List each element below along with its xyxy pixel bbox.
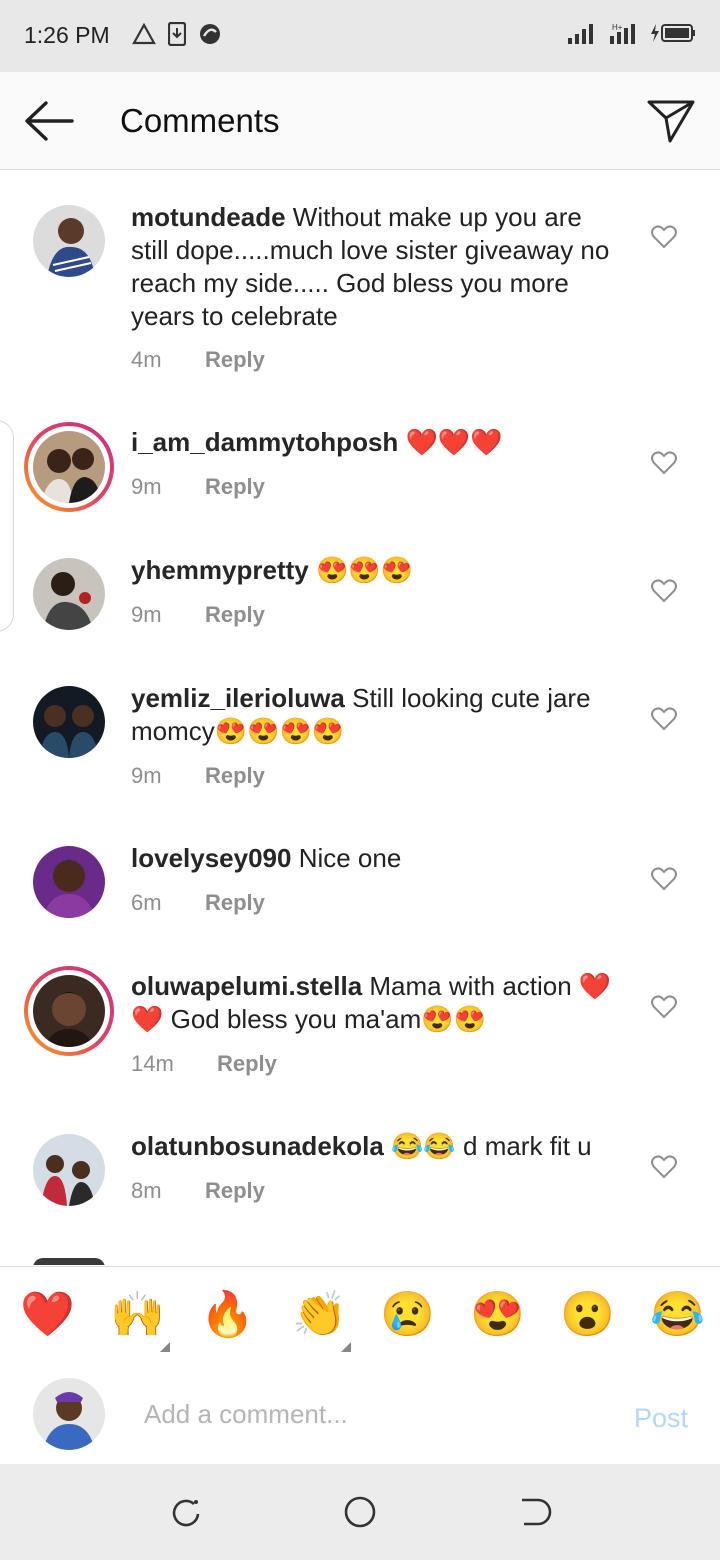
heart-icon[interactable] (651, 225, 677, 249)
avatar[interactable] (33, 558, 105, 630)
comment-meta: 9m Reply (131, 763, 265, 789)
comment-list[interactable]: motundeade Without make up you are still… (0, 170, 720, 1265)
emoji-fire[interactable]: 🔥 (200, 1291, 255, 1339)
comment-username[interactable]: i_am_dammytohposh (131, 427, 398, 457)
status-bar: 1:26 PM H+ (0, 0, 720, 72)
heart-icon[interactable] (651, 451, 677, 475)
comment-time: 6m (131, 890, 162, 915)
avatar[interactable] (33, 431, 105, 503)
emoji-clapping-hands[interactable]: 👏 (292, 1291, 347, 1339)
signal-h-plus-icon: H+ (610, 23, 635, 44)
comment-meta: 14m Reply (131, 1051, 277, 1077)
story-ring[interactable] (24, 966, 114, 1056)
comment-body: yemliz_ilerioluwa Still looking cute jar… (131, 682, 621, 748)
current-user-avatar (33, 1378, 105, 1450)
comment-item: olatunbosunadekola 😂😂 d mark fit u 8m Rep… (0, 1100, 720, 1228)
download-icon (168, 22, 186, 46)
story-ring[interactable] (24, 422, 114, 512)
emoji-raised-hands[interactable]: 🙌 (110, 1291, 165, 1339)
emoji-heart[interactable]: ❤️ (20, 1291, 75, 1339)
emoji-tears-of-joy[interactable]: 😂 (650, 1291, 705, 1339)
comment-meta: 8m Reply (131, 1178, 265, 1204)
reply-button[interactable]: Reply (205, 347, 265, 373)
comment-body: i_am_dammytohposh ❤️❤️❤️ (131, 426, 621, 459)
comment-body: motundeade Without make up you are still… (131, 201, 621, 333)
comment-meta: 6m Reply (131, 890, 265, 916)
status-notification-icons (132, 22, 222, 46)
reply-button[interactable]: Reply (205, 763, 265, 789)
recent-apps-icon[interactable] (168, 1494, 204, 1530)
comment-username[interactable]: motundeade (131, 202, 286, 232)
comment-input[interactable] (144, 1399, 564, 1430)
comment-body: oluwapelumi.stella Mama with action ❤️❤️… (131, 970, 621, 1036)
reply-button[interactable]: Reply (205, 1178, 265, 1204)
emoji-variants-indicator (341, 1342, 351, 1352)
comment-time: 14m (131, 1051, 174, 1076)
system-nav-bar (0, 1464, 720, 1560)
status-system-icons: H+ (568, 22, 696, 44)
comment-body: yhemmypretty 😍😍😍 (131, 554, 621, 587)
back-arrow-icon[interactable] (22, 98, 74, 144)
post-button[interactable]: Post (634, 1403, 688, 1434)
comment-username[interactable]: yhemmypretty (131, 555, 309, 585)
reply-button[interactable]: Reply (205, 890, 265, 916)
comment-username[interactable]: lovelysey090 (131, 843, 291, 873)
reply-button[interactable]: Reply (217, 1051, 277, 1077)
comment-item: i_am_dammytohposh ❤️❤️❤️ 9m Reply (0, 396, 720, 524)
comment-item: lovelysey090 Nice one 6m Reply (0, 812, 720, 940)
comment-body: lovelysey090 Nice one (131, 842, 621, 875)
comment-item: yhemmypretty 😍😍😍 9m Reply (0, 524, 720, 652)
avatar[interactable] (33, 975, 105, 1047)
heart-icon[interactable] (651, 579, 677, 603)
comment-time: 9m (131, 474, 162, 499)
heart-icon[interactable] (651, 1155, 677, 1179)
comment-item: motundeade Without make up you are still… (0, 170, 720, 396)
app-notification-icon (200, 24, 220, 44)
emoji-heart-eyes[interactable]: 😍 (470, 1291, 525, 1339)
heart-icon[interactable] (651, 867, 677, 891)
comment-time: 4m (131, 347, 162, 372)
heart-icon[interactable] (651, 995, 677, 1019)
avatar[interactable] (33, 1134, 105, 1206)
comment-username[interactable]: olatunbosunadekola (131, 1131, 384, 1161)
back-icon[interactable] (516, 1494, 552, 1530)
avatar[interactable] (33, 205, 105, 277)
comment-time: 9m (131, 763, 162, 788)
comment-text: 😂😂 d mark fit u (383, 1131, 592, 1161)
comment-text: ❤️❤️❤️ (398, 427, 503, 457)
comment-meta: 9m Reply (131, 602, 265, 628)
direct-send-icon[interactable] (646, 96, 696, 146)
comment-item: oluwapelumi.stella Mama with action ❤️❤️… (0, 940, 720, 1100)
svg-text:H+: H+ (612, 23, 623, 32)
home-icon[interactable] (342, 1494, 378, 1530)
comment-item: yemliz_ilerioluwa Still looking cute jar… (0, 652, 720, 812)
comment-item-partial (0, 1258, 720, 1265)
warning-icon (132, 23, 156, 45)
signal-icon (568, 24, 593, 44)
comment-text: Nice one (291, 843, 402, 873)
avatar[interactable] (33, 846, 105, 918)
status-time: 1:26 PM (24, 22, 110, 48)
emoji-variants-indicator (160, 1342, 170, 1352)
comment-text: 😍😍😍 (308, 555, 414, 585)
avatar[interactable] (33, 1258, 105, 1265)
emoji-surprised-face[interactable]: 😮 (560, 1291, 615, 1339)
comment-username[interactable]: yemliz_ilerioluwa (131, 683, 345, 713)
reply-button[interactable]: Reply (205, 474, 265, 500)
comment-time: 9m (131, 602, 162, 627)
comment-username[interactable]: oluwapelumi.stella (131, 971, 362, 1001)
comment-meta: 9m Reply (131, 474, 265, 500)
comment-composer: Post (0, 1363, 720, 1464)
comment-meta: 4m Reply (131, 347, 265, 373)
page-title: Comments (120, 102, 280, 139)
comment-time: 8m (131, 1178, 162, 1203)
comment-body: olatunbosunadekola 😂😂 d mark fit u (131, 1130, 621, 1163)
comments-header: Comments (0, 72, 720, 170)
avatar[interactable] (33, 686, 105, 758)
emoji-quick-bar: ❤️ 🙌 🔥 👏 😢 😍 😮 😂 (0, 1266, 720, 1364)
battery-charging-icon (651, 24, 695, 42)
emoji-crying-face[interactable]: 😢 (380, 1291, 435, 1339)
heart-icon[interactable] (651, 707, 677, 731)
reply-button[interactable]: Reply (205, 602, 265, 628)
